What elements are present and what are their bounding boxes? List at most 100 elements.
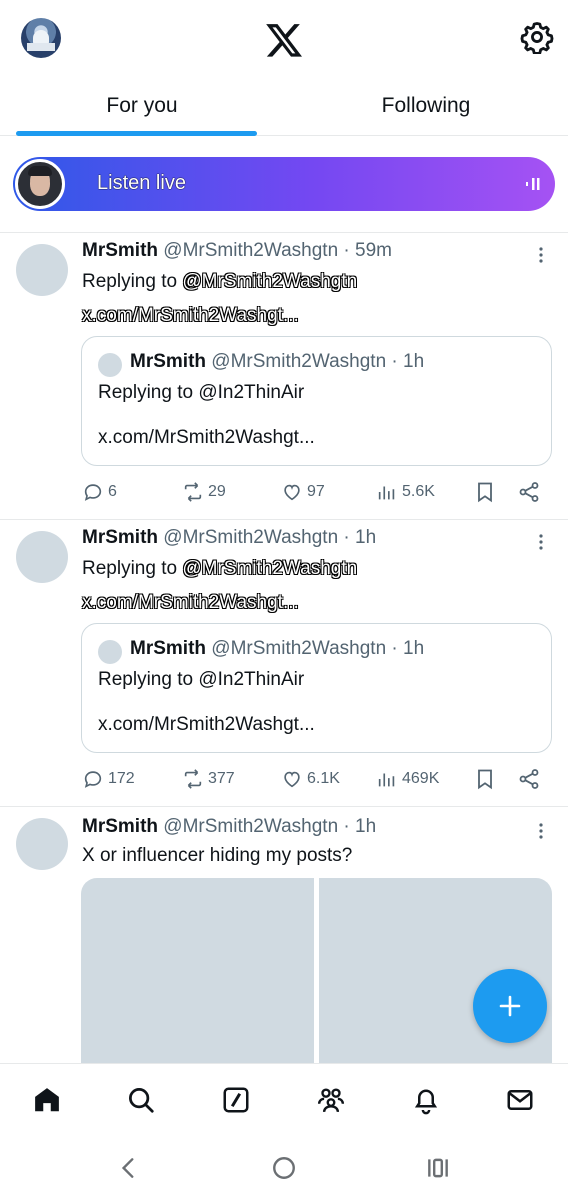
timeline-tabs: For you Following (0, 80, 568, 136)
repost-icon (184, 769, 202, 789)
quoted-author-handle: @MrSmith2Washgtn (211, 638, 387, 659)
bottom-nav (0, 1063, 568, 1135)
author-name[interactable]: MrSmith (82, 527, 158, 548)
reply-count: 6 (108, 483, 117, 500)
quoted-header: MrSmith @MrSmith2Washgtn · 1h (130, 638, 424, 660)
post-actions: 172 377 6.1K 469K (0, 765, 568, 793)
author-name[interactable]: MrSmith (82, 240, 158, 261)
more-options-icon[interactable] (538, 533, 544, 551)
reply-handle-link[interactable]: @MrSmith2Washgtn (182, 558, 357, 579)
author-handle[interactable]: @MrSmith2Washgtn (163, 527, 338, 548)
reply-icon (84, 771, 102, 788)
quoted-reply-context: Replying to @In2ThinAir (98, 669, 305, 690)
profile-avatar[interactable] (21, 18, 61, 58)
views-icon (378, 486, 395, 500)
messages-icon[interactable] (505, 1085, 535, 1115)
tab-following[interactable]: Following (284, 80, 568, 136)
recents-icon[interactable] (425, 1155, 451, 1181)
quoted-author-name: MrSmith (130, 351, 206, 372)
author-name[interactable]: MrSmith (82, 816, 158, 837)
post-avatar[interactable] (16, 818, 68, 870)
listen-live-banner[interactable]: Listen live (13, 157, 555, 211)
home-icon[interactable] (32, 1085, 62, 1115)
like-button[interactable]: 6.1K (281, 765, 340, 793)
post-avatar[interactable] (16, 244, 68, 296)
post-link[interactable]: x.com/MrSmith2Washgt... (82, 305, 299, 327)
quoted-time: · 1h (391, 351, 425, 372)
share-icon[interactable] (517, 767, 541, 791)
post-time: · 59m (343, 240, 392, 261)
views-icon (378, 773, 395, 787)
reply-context: Replying to @MrSmith2Washgtn (82, 271, 357, 293)
quoted-post[interactable]: MrSmith @MrSmith2Washgtn · 1h Replying t… (81, 623, 552, 753)
reply-prefix: Replying to (82, 558, 183, 579)
reply-prefix: Replying to (82, 271, 183, 292)
quoted-author-name: MrSmith (130, 638, 206, 659)
system-nav-bar (0, 1135, 568, 1200)
post-header: MrSmith @MrSmith2Washgtn · 59m (82, 240, 392, 262)
heart-icon (284, 484, 300, 501)
compose-button[interactable] (473, 969, 547, 1043)
repost-count: 377 (208, 770, 235, 787)
quoted-avatar (98, 640, 122, 664)
back-icon[interactable] (116, 1155, 142, 1181)
tab-for-you[interactable]: For you (0, 80, 284, 136)
post-time: · 1h (343, 816, 377, 837)
more-options-icon[interactable] (538, 822, 544, 840)
listen-live-label: Listen live (97, 172, 186, 194)
views-button[interactable]: 5.6K (376, 478, 435, 506)
repost-count: 29 (208, 483, 226, 500)
quoted-header: MrSmith @MrSmith2Washgtn · 1h (130, 351, 424, 373)
gear-icon[interactable] (520, 20, 554, 54)
post[interactable]: MrSmith @MrSmith2Washgtn · 59m Replying … (0, 232, 568, 519)
like-button[interactable]: 97 (281, 478, 325, 506)
post-avatar[interactable] (16, 531, 68, 583)
home-circle-icon[interactable] (271, 1155, 297, 1181)
like-count: 97 (307, 483, 325, 500)
heart-icon (284, 771, 300, 788)
host-avatar (15, 159, 65, 209)
more-options-icon[interactable] (538, 246, 544, 264)
plus-icon (499, 995, 521, 1017)
grok-icon[interactable] (221, 1085, 251, 1115)
reply-context: Replying to @MrSmith2Washgtn (82, 558, 357, 580)
post[interactable]: MrSmith @MrSmith2Washgtn · 1h Replying t… (0, 519, 568, 806)
reply-button[interactable]: 172 (82, 765, 135, 793)
quoted-author-handle: @MrSmith2Washgtn (211, 351, 387, 372)
views-button[interactable]: 469K (376, 765, 439, 793)
author-handle[interactable]: @MrSmith2Washgtn (163, 816, 338, 837)
view-count: 469K (402, 770, 440, 787)
quoted-link[interactable]: x.com/MrSmith2Washgt... (98, 427, 315, 449)
repost-button[interactable]: 29 (182, 478, 226, 506)
reply-handle-link[interactable]: @MrSmith2Washgtn (182, 271, 357, 292)
post-header: MrSmith @MrSmith2Washgtn · 1h (82, 816, 376, 838)
author-handle[interactable]: @MrSmith2Washgtn (163, 240, 338, 261)
audio-bars-icon (526, 178, 540, 190)
quoted-post[interactable]: MrSmith @MrSmith2Washgtn · 1h Replying t… (81, 336, 552, 466)
media-image[interactable] (81, 878, 314, 1068)
quoted-reply-context: Replying to @In2ThinAir (98, 382, 305, 403)
share-icon[interactable] (517, 480, 541, 504)
post-actions: 6 29 97 5.6K (0, 478, 568, 506)
reply-button[interactable]: 6 (82, 478, 117, 506)
quoted-avatar (98, 353, 122, 377)
post-link[interactable]: x.com/MrSmith2Washgt... (82, 592, 299, 614)
bookmark-icon[interactable] (473, 767, 497, 791)
post-time: · 1h (343, 527, 377, 548)
repost-icon (184, 482, 202, 502)
like-count: 6.1K (307, 770, 340, 787)
active-tab-indicator (16, 131, 257, 136)
view-count: 5.6K (402, 483, 435, 500)
reply-count: 172 (108, 770, 135, 787)
quoted-time: · 1h (391, 638, 425, 659)
post-text: X or influencer hiding my posts? (82, 845, 353, 866)
bookmark-icon[interactable] (473, 480, 497, 504)
notifications-icon[interactable] (411, 1085, 441, 1115)
repost-button[interactable]: 377 (182, 765, 235, 793)
x-logo (266, 24, 302, 57)
quoted-link[interactable]: x.com/MrSmith2Washgt... (98, 714, 315, 736)
communities-icon[interactable] (316, 1085, 346, 1115)
search-icon[interactable] (126, 1085, 156, 1115)
post-media[interactable] (81, 878, 552, 1068)
reply-icon (84, 484, 102, 501)
